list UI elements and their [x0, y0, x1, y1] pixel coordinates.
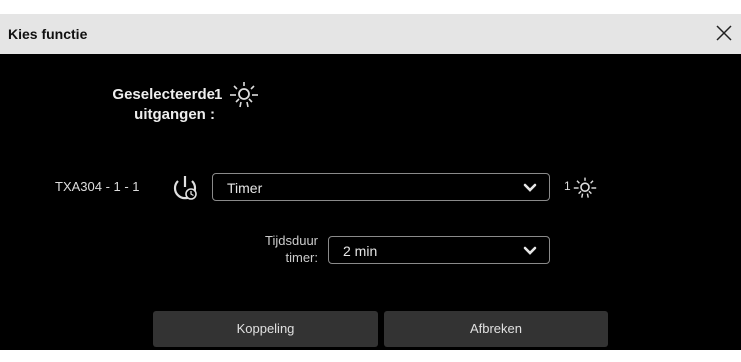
power-timer-icon	[173, 176, 197, 200]
dialog-title: Kies functie	[8, 26, 88, 42]
timer-duration-value: 2 min	[343, 243, 378, 259]
timer-duration-label: Tijdsduur timer:	[265, 233, 318, 265]
title-bar: Kies functie	[0, 14, 741, 54]
light-bulb-icon	[573, 177, 597, 198]
function-select[interactable]: Timer	[212, 173, 550, 201]
selected-outputs-label: Geselecteerde uitgangen :	[112, 86, 215, 123]
koppeling-button[interactable]: Koppeling	[153, 311, 378, 347]
afbreken-button[interactable]: Afbreken	[384, 311, 608, 347]
selected-count: 1	[214, 86, 223, 103]
output-count: 1	[564, 179, 571, 193]
chevron-down-icon	[523, 246, 537, 255]
close-icon[interactable]	[711, 20, 737, 46]
light-bulb-icon	[230, 82, 258, 108]
function-select-value: Timer	[227, 180, 263, 196]
chevron-down-icon	[523, 183, 537, 192]
dialog: Kies functie Geselecteerde uitgangen : 1…	[0, 14, 741, 350]
timer-duration-select[interactable]: 2 min	[328, 236, 550, 264]
output-name: TXA304 - 1 - 1	[55, 179, 140, 194]
